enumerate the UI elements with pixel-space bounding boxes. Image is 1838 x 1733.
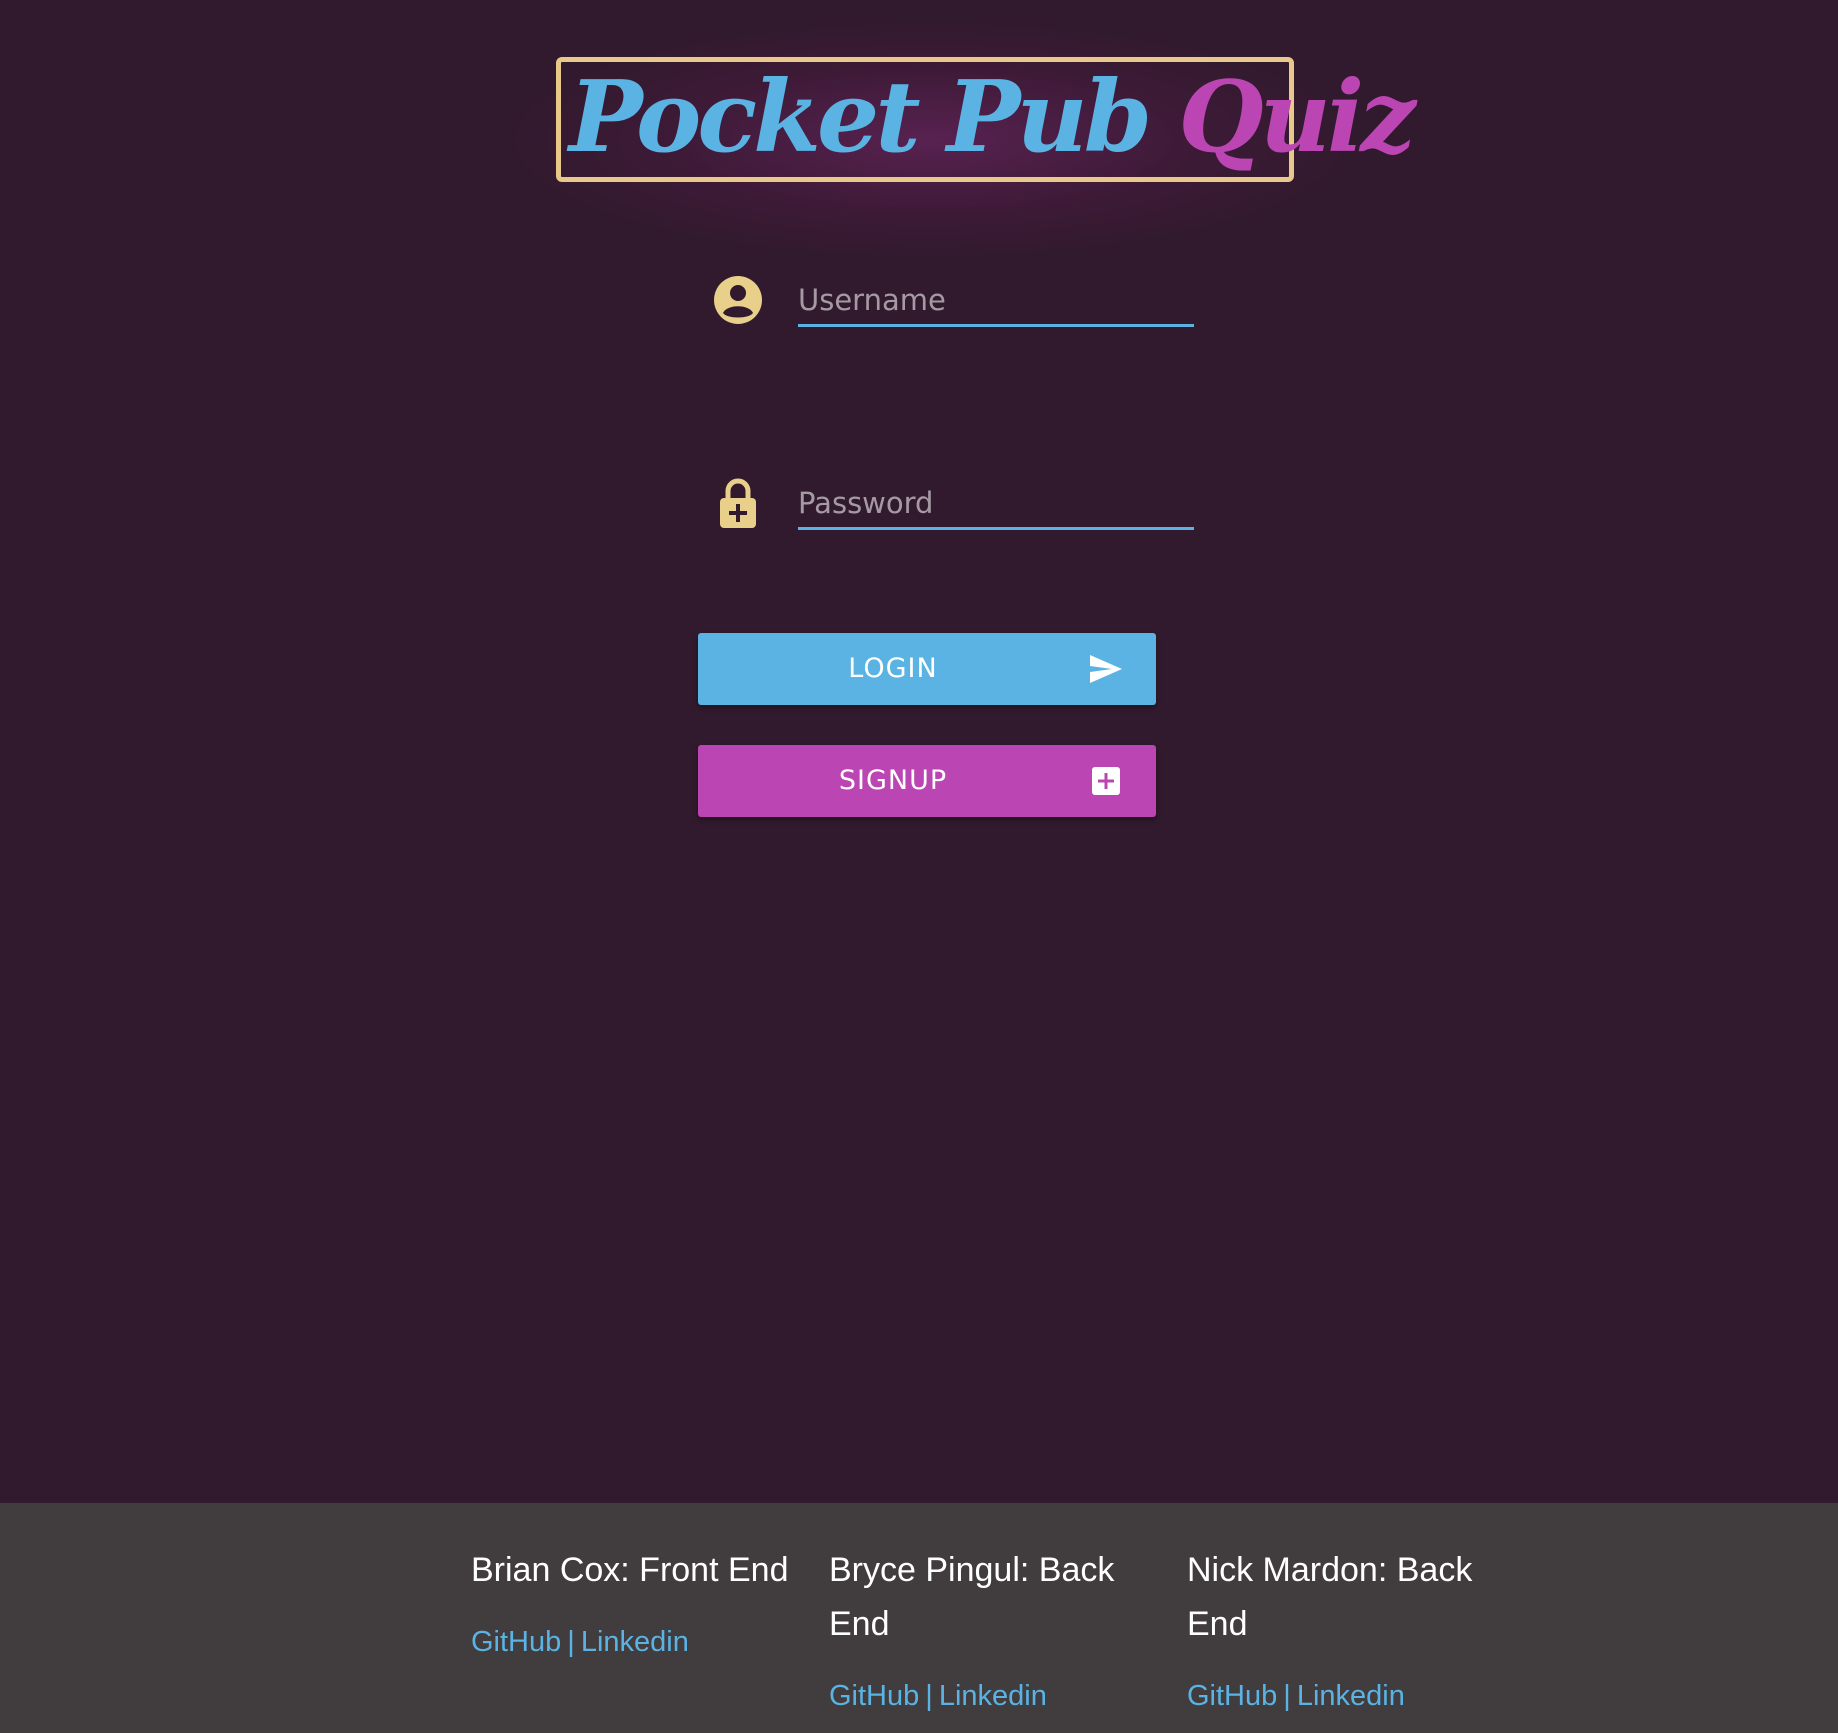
github-link[interactable]: GitHub bbox=[829, 1680, 919, 1712]
send-icon bbox=[1090, 655, 1122, 683]
team-member: Nick Mardon: Back End GitHub | Linkedin bbox=[1187, 1543, 1507, 1713]
lock-plus-icon bbox=[720, 478, 756, 528]
github-link[interactable]: GitHub bbox=[1187, 1680, 1277, 1712]
link-separator: | bbox=[1283, 1680, 1291, 1712]
login-button-label: LOGIN bbox=[848, 653, 938, 684]
logo-text: Pocket Pub Quiz bbox=[569, 58, 1416, 178]
account-circle-icon bbox=[714, 276, 762, 324]
password-input[interactable] bbox=[798, 479, 1194, 530]
login-button[interactable]: LOGIN bbox=[698, 633, 1156, 705]
member-links: GitHub | Linkedin bbox=[829, 1679, 1149, 1713]
password-field bbox=[710, 465, 1196, 555]
github-link[interactable]: GitHub bbox=[471, 1626, 561, 1658]
team-member: Bryce Pingul: Back End GitHub | Linkedin bbox=[829, 1543, 1149, 1713]
linkedin-link[interactable]: Linkedin bbox=[939, 1680, 1047, 1712]
team-member: Brian Cox: Front End GitHub | Linkedin bbox=[471, 1543, 791, 1659]
app-logo: Pocket Pub Quiz bbox=[556, 57, 1416, 182]
signup-button-label: SIGNUP bbox=[838, 765, 948, 796]
link-separator: | bbox=[567, 1626, 575, 1658]
member-name: Bryce Pingul: Back End bbox=[829, 1551, 1115, 1643]
member-name: Brian Cox: Front End bbox=[471, 1551, 789, 1589]
signup-button[interactable]: SIGNUP bbox=[698, 745, 1156, 817]
member-links: GitHub | Linkedin bbox=[471, 1625, 791, 1659]
logo-word-pocket: Pocket bbox=[569, 60, 921, 175]
login-page: Pocket Pub Quiz LOGIN SIGNUP bbox=[0, 0, 1838, 1733]
plus-box-icon bbox=[1092, 767, 1120, 795]
username-field bbox=[710, 262, 1196, 352]
linkedin-link[interactable]: Linkedin bbox=[1297, 1680, 1405, 1712]
member-links: GitHub | Linkedin bbox=[1187, 1679, 1507, 1713]
logo-word-quiz: Quiz bbox=[1178, 60, 1415, 175]
link-separator: | bbox=[925, 1680, 933, 1712]
linkedin-link[interactable]: Linkedin bbox=[581, 1626, 689, 1658]
footer: Brian Cox: Front End GitHub | Linkedin Bry… bbox=[0, 1503, 1838, 1733]
member-name: Nick Mardon: Back End bbox=[1187, 1551, 1473, 1643]
username-input[interactable] bbox=[798, 276, 1194, 327]
logo-word-pub: Pub bbox=[946, 60, 1152, 175]
